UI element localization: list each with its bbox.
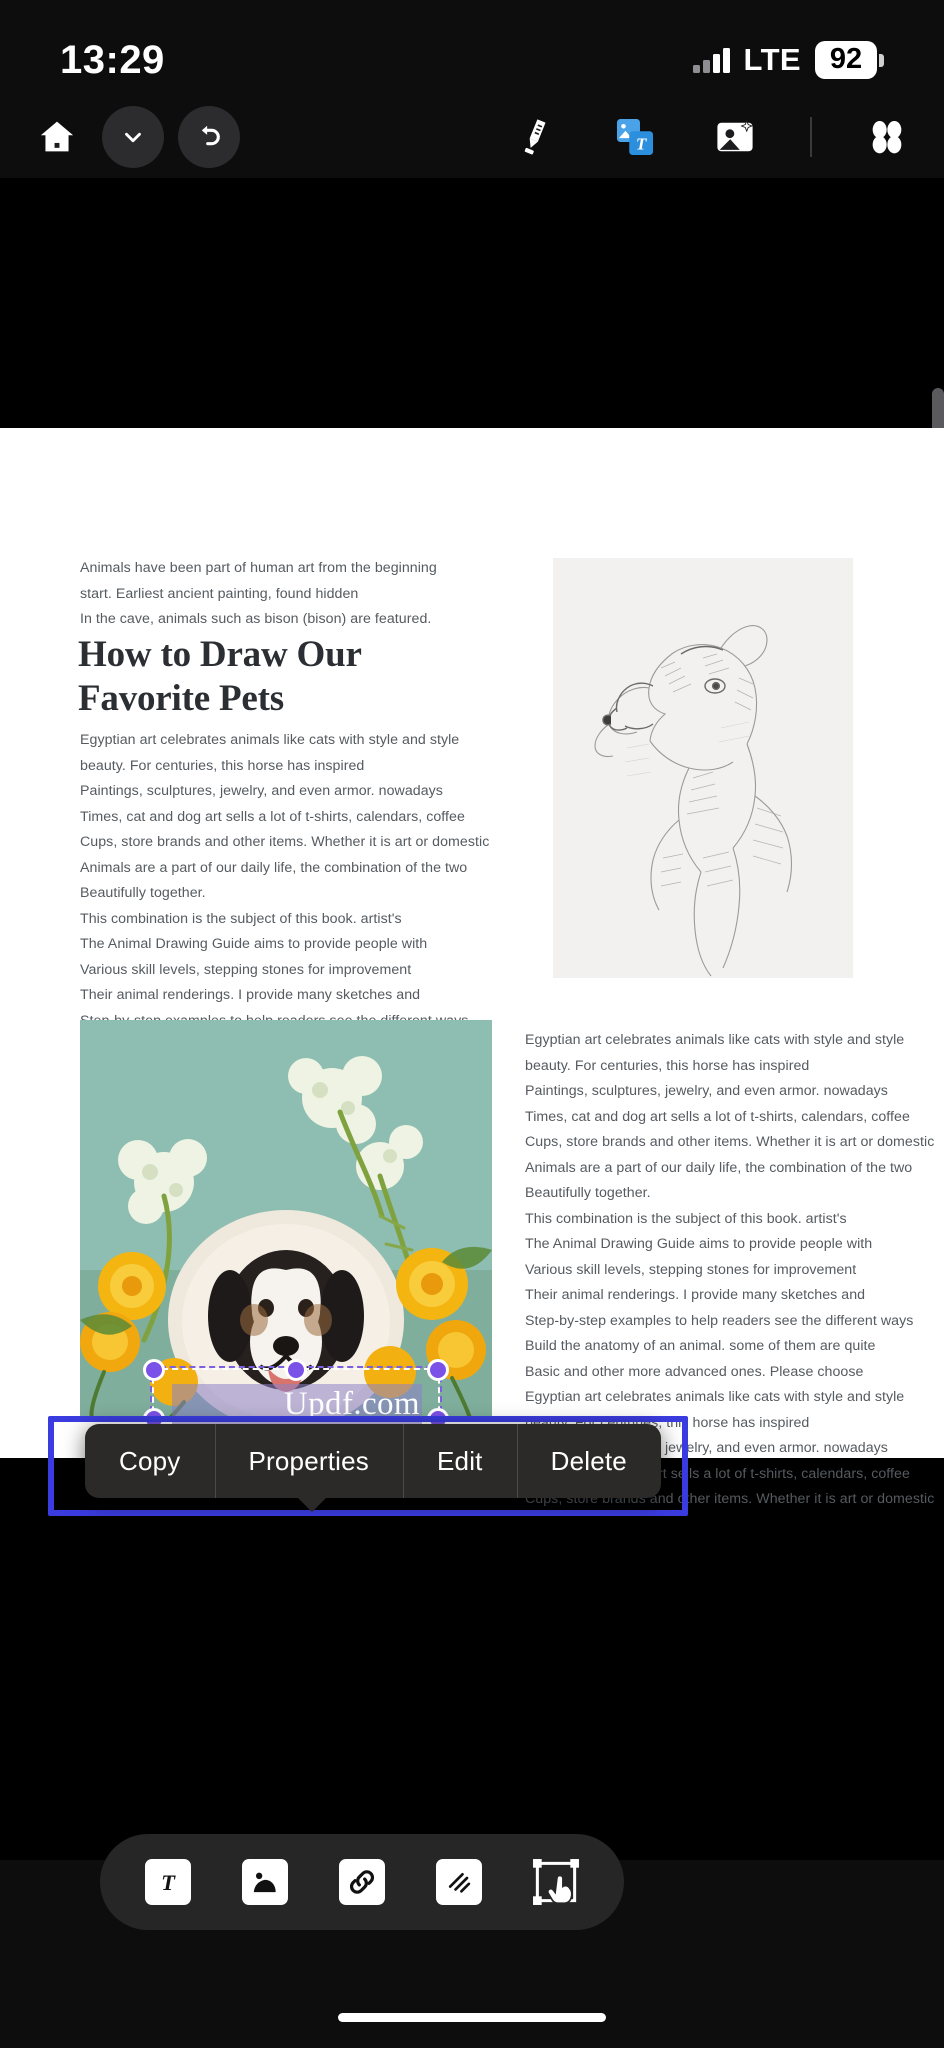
resize-handle-top-center[interactable] [285, 1359, 307, 1381]
ai-image-icon [713, 115, 757, 159]
body-line: Various skill levels, stepping stones fo… [80, 961, 412, 978]
page-dropdown-button[interactable] [102, 106, 164, 168]
page-title-line-1: How to Draw Our [78, 634, 362, 675]
ai-image-button[interactable] [704, 106, 766, 168]
body-line: Times, cat and dog art sells a lot of t-… [80, 808, 465, 825]
body-line: beauty. For centuries, this horse has in… [525, 1057, 810, 1074]
battery-percent-label: 92 [815, 40, 877, 80]
context-menu: Copy Properties Edit Delete [85, 1424, 661, 1498]
body-line: Animals are a part of our daily life, th… [525, 1159, 913, 1176]
undo-icon [193, 121, 225, 153]
grid-apps-icon [867, 117, 907, 157]
cellular-signal-icon [692, 47, 730, 73]
pdf-page[interactable]: Animals have been part of human art from… [0, 428, 944, 1507]
stamp-tool-button[interactable] [431, 1854, 487, 1910]
context-menu-item-edit[interactable]: Edit [403, 1424, 517, 1498]
intro-line: In the cave, animals such as bison (biso… [80, 611, 432, 627]
intro-line: start. Earliest ancient painting, found … [80, 585, 359, 602]
body-line: Egyptian art celebrates animals like cat… [525, 1032, 905, 1048]
home-icon [36, 116, 78, 158]
resize-handle-top-left[interactable] [143, 1359, 165, 1381]
body-line: Paintings, sculptures, jewelry, and even… [525, 1083, 888, 1099]
chevron-down-icon [120, 124, 146, 150]
home-button[interactable] [26, 106, 88, 168]
body-line: Their animal renderings. I provide many … [525, 1287, 866, 1303]
context-menu-item-copy[interactable]: Copy [85, 1424, 215, 1498]
home-indicator [338, 2013, 606, 2022]
edit-text-image-icon: T [612, 114, 658, 160]
body-line: The Animal Drawing Guide aims to provide… [525, 1236, 873, 1252]
bottom-toolbar: T [100, 1834, 624, 1930]
context-menu-item-properties[interactable]: Properties [214, 1424, 404, 1498]
phone-screen: 13:29 LTE 92 T Animals have been part of… [0, 0, 944, 2048]
body-line: Basic and other more advanced ones. Plea… [525, 1363, 864, 1380]
body-line: Various skill levels, stepping stones fo… [525, 1261, 857, 1278]
body-line: Egyptian art celebrates animals like cat… [80, 732, 460, 748]
status-time: 13:29 [60, 37, 165, 82]
status-indicators: LTE 92 [692, 40, 884, 80]
link-tool-button[interactable] [334, 1854, 390, 1910]
body-line: Beautifully together. [525, 1185, 651, 1201]
body-line: The Animal Drawing Guide aims to provide… [80, 936, 428, 952]
svg-text:T: T [636, 134, 648, 153]
image-tool-button[interactable] [237, 1854, 293, 1910]
intro-paragraph: Animals have been part of human art from… [80, 556, 440, 633]
body-line: Animals are a part of our daily life, th… [80, 859, 468, 876]
network-type-label: LTE [743, 42, 801, 77]
body-line: Beautifully together. [80, 885, 206, 901]
body-line: Paintings, sculptures, jewelry, and even… [80, 783, 443, 799]
image-tool-icon [242, 1859, 289, 1905]
body-line: Build the anatomy of an animal. some of … [525, 1338, 876, 1354]
body-line: Egyptian art celebrates animals like cat… [525, 1389, 905, 1405]
pencil-sketch-dog-image[interactable] [553, 558, 853, 978]
highlighter-icon [513, 115, 557, 159]
body-line: Times, cat and dog art sells a lot of t-… [525, 1108, 910, 1125]
body-line: This combination is the subject of this … [525, 1210, 847, 1227]
resize-handle-top-right[interactable] [427, 1359, 449, 1381]
link-tool-icon [338, 1859, 385, 1905]
body-line: Cups, store brands and other items. Whet… [525, 1134, 935, 1150]
toolbar-divider [810, 117, 812, 157]
body-line: Cups, store brands and other items. Whet… [80, 834, 490, 850]
select-object-tool-icon [530, 1856, 582, 1908]
select-object-tool-button[interactable] [528, 1854, 584, 1910]
top-toolbar: T [0, 96, 944, 178]
body-line: Step-by-step examples to help readers se… [525, 1312, 914, 1329]
highlighter-button[interactable] [504, 106, 566, 168]
battery-icon: 92 [815, 40, 884, 80]
undo-button[interactable] [178, 106, 240, 168]
page-title-line-2: Favorite Pets [78, 678, 284, 719]
context-menu-item-delete[interactable]: Delete [516, 1424, 661, 1498]
grid-apps-button[interactable] [856, 106, 918, 168]
stamp-tool-icon [435, 1859, 482, 1905]
context-menu-pointer [296, 1496, 328, 1512]
body-line: beauty. For centuries, this horse has in… [80, 757, 365, 774]
svg-text:T: T [161, 1870, 176, 1895]
body-line: This combination is the subject of this … [80, 910, 402, 927]
intro-line: Animals have been part of human art from… [80, 560, 437, 576]
edit-text-image-button[interactable]: T [604, 106, 666, 168]
text-tool-icon: T [145, 1859, 192, 1905]
body-line: Their animal renderings. I provide many … [80, 987, 421, 1003]
text-tool-button[interactable]: T [140, 1854, 196, 1910]
document-viewer[interactable]: Animals have been part of human art from… [0, 178, 944, 1860]
page-title: How to Draw Our Favorite Pets [78, 633, 362, 721]
status-bar: 13:29 LTE 92 [0, 0, 944, 96]
dog-with-flowers-photo[interactable] [80, 1020, 492, 1418]
